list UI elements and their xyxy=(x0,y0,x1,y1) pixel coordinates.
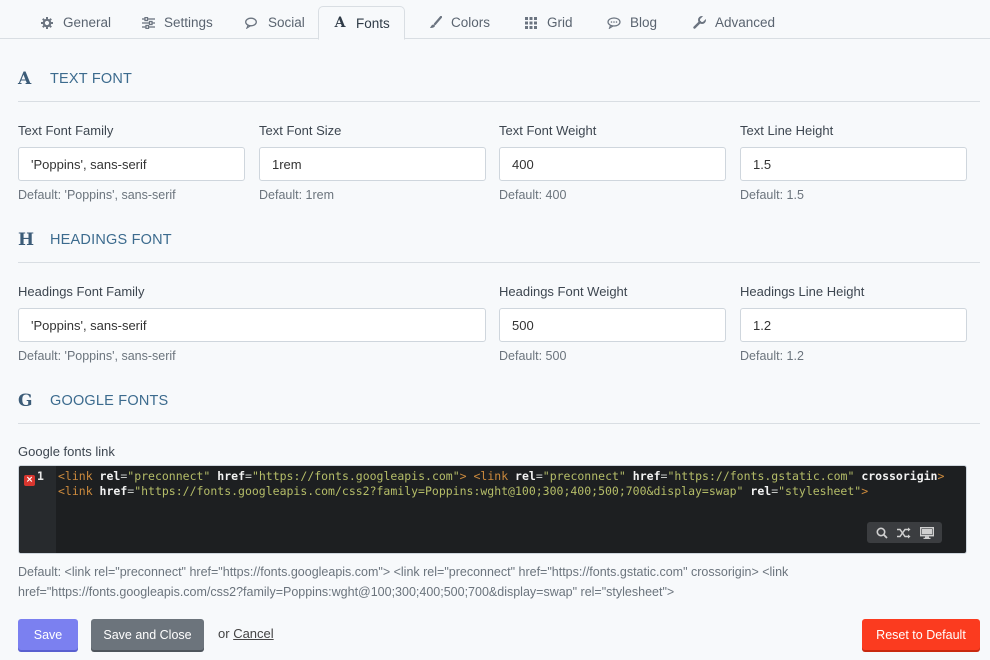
tab-fonts[interactable]: A Fonts xyxy=(318,6,405,40)
monitor-icon[interactable] xyxy=(919,525,935,541)
field-default: Default: 1.2 xyxy=(740,349,804,363)
field-default: Default: 1rem xyxy=(259,188,335,202)
field-label: Text Font Family xyxy=(18,123,114,138)
field-label: Headings Font Weight xyxy=(499,284,628,299)
tab-label: Colors xyxy=(451,15,491,30)
section-title: HEADINGS FONT xyxy=(50,231,172,248)
section-title: GOOGLE FONTS xyxy=(50,392,169,409)
gear-icon xyxy=(40,16,54,30)
grid-icon xyxy=(524,16,538,30)
or-text: or xyxy=(218,626,230,641)
tab-colors[interactable]: Colors xyxy=(428,6,490,39)
line-number: 1 xyxy=(37,469,44,483)
tab-general[interactable]: General xyxy=(40,6,111,39)
field-default: Default: 'Poppins', sans-serif xyxy=(18,349,176,363)
google-fonts-default: Default: <link rel="preconnect" href="ht… xyxy=(18,565,789,599)
tab-social[interactable]: Social xyxy=(245,6,305,39)
field-label: Headings Font Family xyxy=(18,284,145,299)
tab-label: Blog xyxy=(630,15,658,30)
comments-icon xyxy=(245,16,259,30)
field-default: Default: 'Poppins', sans-serif xyxy=(18,188,176,202)
headings-font-weight-field: Headings Font Weight 500 Default: 500 xyxy=(499,284,726,363)
save-and-close-button[interactable]: Save and Close xyxy=(91,619,204,650)
text-line-height-field: Text Line Height 1.5 Default: 1.5 xyxy=(740,123,967,202)
tab-blog[interactable]: Blog xyxy=(607,6,657,39)
text-line-height-input[interactable]: 1.5 xyxy=(740,147,967,181)
save-button[interactable]: Save xyxy=(18,619,78,650)
text-font-size-field: Text Font Size 1rem Default: 1rem xyxy=(259,123,486,202)
field-default: Default: 400 xyxy=(499,188,567,202)
tab-label: Fonts xyxy=(356,15,390,31)
headings-font-family-field: Headings Font Family 'Poppins', sans-ser… xyxy=(18,284,486,363)
text-font-size-input[interactable]: 1rem xyxy=(259,147,486,181)
tab-advanced[interactable]: Advanced xyxy=(692,6,775,39)
field-default: Default: 1.5 xyxy=(740,188,804,202)
text-font-weight-field: Text Font Weight 400 Default: 400 xyxy=(499,123,726,202)
editor-gutter: × 1 xyxy=(19,466,56,553)
tab-label: Social xyxy=(268,15,305,30)
field-label: Text Font Weight xyxy=(499,123,597,138)
tab-label: Settings xyxy=(164,15,213,30)
text-font-weight-input[interactable]: 400 xyxy=(499,147,726,181)
field-label: Text Font Size xyxy=(259,123,342,138)
section-title: TEXT FONT xyxy=(50,70,133,87)
brush-icon xyxy=(428,16,442,30)
or-cancel: or Cancel xyxy=(218,626,274,641)
tab-grid[interactable]: Grid xyxy=(524,6,573,39)
google-fonts-section-header: G GOOGLE FONTS xyxy=(18,378,980,424)
text-font-family-input[interactable]: 'Poppins', sans-serif xyxy=(18,147,245,181)
code-line[interactable]: <link rel="preconnect" href="https://fon… xyxy=(58,469,958,499)
tab-bar: General Settings Social A Fonts Colors G… xyxy=(0,0,990,40)
error-marker-icon: × xyxy=(24,475,35,486)
text-font-family-field: Text Font Family 'Poppins', sans-serif D… xyxy=(18,123,245,202)
text-font-letter-icon: A xyxy=(18,68,32,89)
field-label: Text Line Height xyxy=(740,123,834,138)
chat-bubble-icon xyxy=(607,16,621,30)
text-font-section-header: A TEXT FONT xyxy=(18,56,980,102)
headings-letter-icon: H xyxy=(18,229,35,250)
google-fonts-link-label: Google fonts link xyxy=(18,444,115,459)
tab-settings[interactable]: Settings xyxy=(141,6,213,39)
cancel-link[interactable]: Cancel xyxy=(233,626,273,641)
tab-label: General xyxy=(63,15,112,30)
font-icon: A xyxy=(334,15,346,31)
wrench-icon xyxy=(692,16,706,30)
field-default: Default: 500 xyxy=(499,349,567,363)
headings-font-weight-input[interactable]: 500 xyxy=(499,308,726,342)
tab-label: Grid xyxy=(547,15,573,30)
search-icon[interactable] xyxy=(874,525,890,541)
shuffle-icon[interactable] xyxy=(896,525,912,541)
editor-toolbar xyxy=(867,522,942,543)
google-letter-icon: G xyxy=(18,390,33,411)
headings-font-family-input[interactable]: 'Poppins', sans-serif xyxy=(18,308,486,342)
field-label: Headings Line Height xyxy=(740,284,865,299)
reset-to-default-button[interactable]: Reset to Default xyxy=(862,619,980,650)
headings-font-section-header: H HEADINGS FONT xyxy=(18,217,980,263)
headings-line-height-field: Headings Line Height 1.2 Default: 1.2 xyxy=(740,284,967,363)
headings-line-height-input[interactable]: 1.2 xyxy=(740,308,967,342)
sliders-icon xyxy=(141,16,155,30)
google-fonts-code-editor[interactable]: × 1 <link rel="preconnect" href="https:/… xyxy=(18,465,967,554)
tab-label: Advanced xyxy=(715,15,776,30)
